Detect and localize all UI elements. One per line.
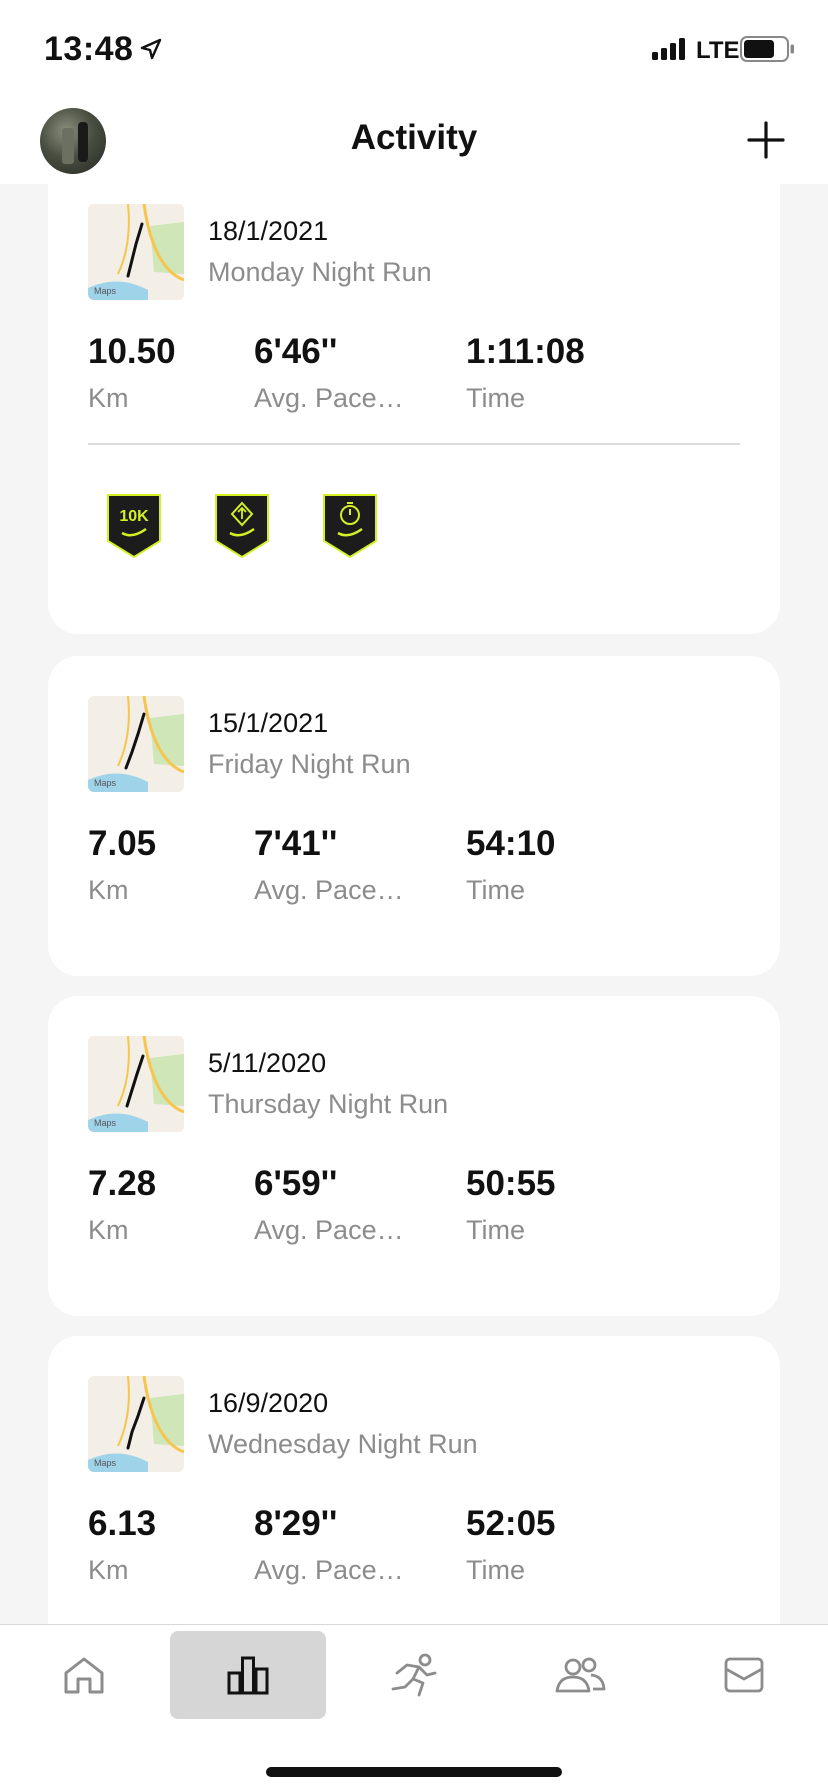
svg-text:Maps: Maps [94,1118,117,1128]
stat-distance-value: 6.13 [88,1504,157,1543]
run-name: Friday Night Run [208,749,411,779]
network-label: LTE [696,37,740,64]
route-map-thumbnail: Maps [88,696,184,792]
activity-card[interactable]: Maps 16/9/2020 Wednesday Night Run 6.13 … [48,1336,780,1624]
stat-time-value: 52:05 [466,1504,556,1543]
status-time: 13:48 [44,30,134,68]
run-date: 5/11/2020 [208,1048,327,1078]
signal-bars-icon [652,38,685,60]
stat-distance-label: Km [88,875,129,905]
activity-card[interactable]: Maps 18/1/2021 Monday Night Run 10.50 Km… [48,184,780,634]
tab-activity[interactable] [170,1631,326,1719]
stat-distance-label: Km [88,1555,129,1585]
svg-text:Maps: Maps [94,286,117,296]
run-name: Thursday Night Run [208,1089,449,1119]
status-bar: 13:48 LTE [0,0,828,98]
tab-bar [0,1624,828,1792]
tab-home[interactable] [6,1631,162,1719]
tab-run[interactable] [336,1631,492,1719]
stat-time-value: 1:11:08 [466,332,585,371]
stopwatch-badge-icon[interactable] [322,493,378,559]
stat-time-label: Time [466,1555,525,1585]
app-header: Activity [0,98,828,184]
stat-pace-value: 7'41'' [254,824,338,863]
stat-time-label: Time [466,875,525,905]
stat-time-label: Time [466,1215,525,1245]
home-indicator [266,1767,562,1777]
stat-distance-value: 10.50 [88,332,176,371]
plus-icon[interactable] [746,120,786,160]
stat-time-value: 54:10 [466,824,556,863]
stat-pace-value: 6'46'' [254,332,338,371]
battery-icon [740,36,794,62]
runner-icon [391,1653,437,1697]
stat-distance-value: 7.28 [88,1164,157,1203]
route-map-thumbnail: Maps [88,204,184,300]
stat-time-value: 50:55 [466,1164,556,1203]
svg-text:Maps: Maps [94,1458,117,1468]
stat-distance-value: 7.05 [88,824,157,863]
direction-badge-icon[interactable] [214,493,270,559]
location-arrow-icon [140,38,162,60]
club-people-icon [555,1657,606,1693]
page-title: Activity [350,118,478,157]
stat-pace-label: Avg. Pace… [254,1555,404,1585]
tab-club[interactable] [502,1631,658,1719]
home-icon [64,1657,104,1694]
run-date: 16/9/2020 [208,1388,329,1418]
run-date: 15/1/2021 [208,708,329,738]
run-name: Monday Night Run [208,257,432,287]
route-map-thumbnail: Maps [88,1376,184,1472]
activity-chart-icon [227,1656,269,1695]
activity-feed[interactable]: Maps 18/1/2021 Monday Night Run 10.50 Km… [0,184,828,1624]
activity-card[interactable]: Maps 5/11/2020 Thursday Night Run 7.28 K… [48,996,780,1316]
stat-time-label: Time [466,383,525,413]
stat-pace-value: 6'59'' [254,1164,338,1203]
run-date: 18/1/2021 [208,216,329,246]
stat-pace-value: 8'29'' [254,1504,338,1543]
10k-badge-icon[interactable]: 10K [106,493,162,559]
route-map-thumbnail: Maps [88,1036,184,1132]
stat-pace-label: Avg. Pace… [254,1215,404,1245]
activity-card[interactable]: Maps 15/1/2021 Friday Night Run 7.05 Km … [48,656,780,976]
svg-text:Maps: Maps [94,778,117,788]
tab-inbox[interactable] [666,1631,822,1719]
stat-pace-label: Avg. Pace… [254,875,404,905]
run-name: Wednesday Night Run [208,1429,478,1459]
stat-distance-label: Km [88,383,129,413]
stat-pace-label: Avg. Pace… [254,383,404,413]
svg-text:10K: 10K [119,508,149,525]
inbox-icon [724,1657,764,1693]
stat-distance-label: Km [88,1215,129,1245]
divider [88,443,740,445]
